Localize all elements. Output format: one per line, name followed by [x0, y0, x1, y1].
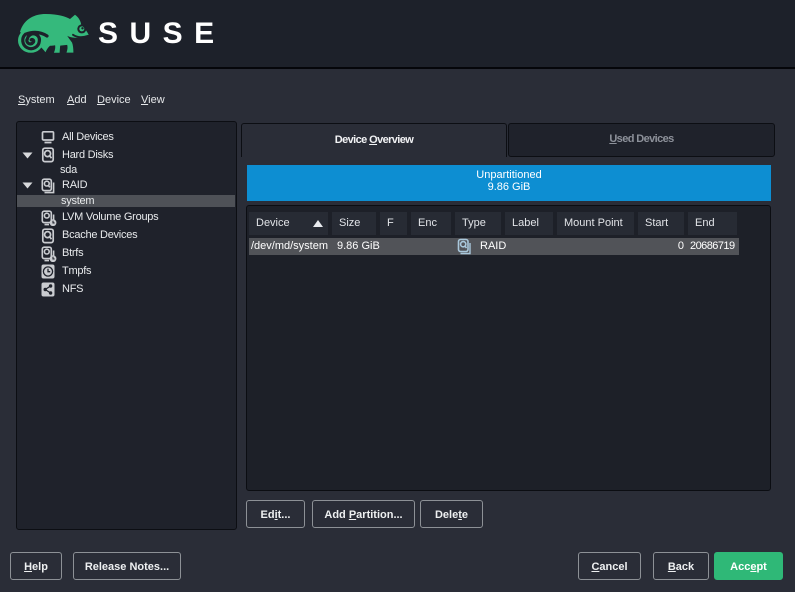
svg-text:SUSE: SUSE	[98, 17, 226, 50]
